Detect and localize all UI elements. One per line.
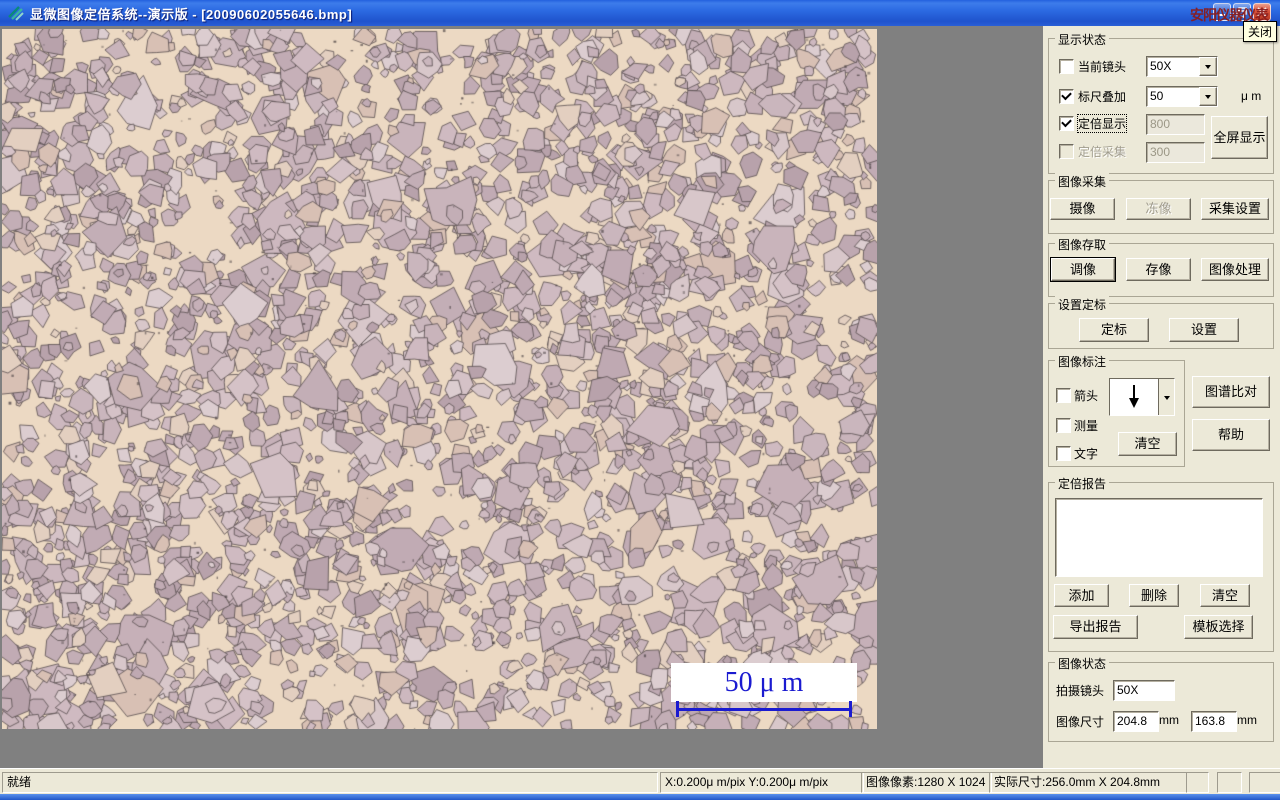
settings-button[interactable]: 设置 (1169, 318, 1239, 342)
group-title: 显示状态 (1055, 31, 1110, 48)
arrow-down-icon (1110, 379, 1158, 415)
statusbar: 就绪 X:0.200μ m/pix Y:0.200μ m/pix 图像像素:12… (0, 768, 1280, 795)
report-delete-button[interactable]: 删除 (1129, 584, 1179, 607)
minimize-button[interactable] (1213, 3, 1231, 21)
app-icon (7, 4, 25, 22)
checkbox-current-lens[interactable] (1059, 59, 1074, 74)
group-title: 图像采集 (1055, 173, 1110, 190)
field-image-width: 204.8 (1113, 711, 1159, 732)
scalebar: 50 μ m (671, 663, 857, 702)
checkbox-measure[interactable] (1056, 418, 1071, 433)
scalebar-line (676, 708, 852, 711)
micrograph-viewport[interactable]: 50 μ m (2, 29, 877, 729)
micrograph-image[interactable] (2, 29, 877, 729)
input-fixed-display[interactable]: 800 (1146, 114, 1205, 135)
group-display-status: 显示状态 当前镜头 50X 标尺叠加 50 μ m 定倍显示 800 定倍采集 … (1048, 31, 1274, 174)
status-actual-size: 实际尺寸:256.0mm X 204.8mm (989, 772, 1187, 793)
input-fixed-capture[interactable]: 300 (1146, 142, 1205, 163)
fullscreen-button[interactable]: 全屏显示 (1211, 116, 1268, 159)
export-report-button[interactable]: 导出报告 (1053, 615, 1138, 639)
help-button[interactable]: 帮助 (1192, 419, 1270, 451)
close-icon (1257, 7, 1267, 17)
group-annotation: 图像标注 箭头 测量 清空 文字 (1048, 353, 1185, 467)
clear-annotation-button[interactable]: 清空 (1118, 432, 1177, 456)
save-image-button[interactable]: 存像 (1126, 258, 1191, 281)
checkbox-text[interactable] (1056, 446, 1071, 461)
status-ready: 就绪 (2, 772, 658, 793)
client-area: 50 μ m 显示状态 当前镜头 50X 标尺叠加 50 μ m 定倍显示 80 (0, 26, 1280, 768)
label-capture-lens: 拍摄镜头 (1056, 684, 1105, 698)
camera-button[interactable]: 摄像 (1050, 198, 1115, 220)
dropdown-value: 50X (1150, 59, 1172, 73)
label-text[interactable]: 文字 (1074, 445, 1098, 462)
status-empty-cell (1186, 772, 1209, 793)
field-capture-lens: 50X (1113, 680, 1175, 701)
label-mm-unit: mm (1237, 713, 1257, 727)
field-image-height: 163.8 (1191, 711, 1237, 732)
status-pixel-scale: X:0.200μ m/pix Y:0.200μ m/pix (660, 772, 864, 793)
window-bottom-border (0, 794, 1280, 800)
group-title: 图像存取 (1055, 236, 1110, 253)
checkbox-arrow[interactable] (1056, 388, 1071, 403)
dropdown-current-lens[interactable]: 50X (1146, 56, 1218, 77)
dropdown-arrow-icon[interactable] (1199, 87, 1217, 106)
group-title: 图像状态 (1055, 655, 1110, 672)
dropdown-scale-value[interactable]: 50 (1146, 86, 1218, 107)
checkbox-fixed-capture[interactable] (1059, 144, 1074, 159)
group-capture: 图像采集 摄像 冻像 采集设置 (1048, 173, 1274, 234)
group-report: 定倍报告 添加 删除 清空 导出报告 模板选择 (1048, 475, 1274, 652)
atlas-compare-button[interactable]: 图谱比对 (1192, 376, 1270, 408)
group-storage: 图像存取 调像 存像 图像处理 (1048, 236, 1274, 297)
capture-settings-button[interactable]: 采集设置 (1201, 198, 1269, 220)
window-title: 显微图像定倍系统--演示版 - [20090602055646.bmp] (30, 6, 353, 22)
report-add-button[interactable]: 添加 (1054, 584, 1109, 607)
control-panel: 显示状态 当前镜头 50X 标尺叠加 50 μ m 定倍显示 800 定倍采集 … (1043, 26, 1280, 768)
dropdown-value: 50 (1150, 89, 1164, 103)
calibrate-button[interactable]: 定标 (1079, 318, 1149, 342)
group-calibration: 设置定标 定标 设置 (1048, 296, 1274, 349)
report-clear-button[interactable]: 清空 (1200, 584, 1250, 607)
status-empty-cell (1217, 772, 1242, 793)
template-select-button[interactable]: 模板选择 (1184, 615, 1253, 639)
status-image-pixels: 图像像素:1280 X 1024 (861, 772, 992, 793)
label-image-size: 图像尺寸 (1056, 715, 1105, 729)
report-listbox[interactable] (1055, 498, 1263, 577)
label-scale-overlay[interactable]: 标尺叠加 (1078, 88, 1126, 105)
scalebar-tick-left (676, 701, 679, 717)
group-image-status: 图像状态 拍摄镜头 50X 图像尺寸 204.8 mm 163.8 mm (1048, 655, 1274, 742)
load-image-button[interactable]: 调像 (1051, 258, 1115, 281)
dropdown-arrow-icon[interactable] (1199, 57, 1217, 76)
group-title: 图像标注 (1055, 353, 1110, 370)
group-title: 定倍报告 (1055, 475, 1110, 492)
minimize-icon (1218, 14, 1225, 16)
label-mm-unit: mm (1159, 713, 1179, 727)
group-title: 设置定标 (1055, 296, 1110, 313)
scalebar-tick-right (849, 701, 852, 717)
combo-dropdown-button[interactable] (1158, 379, 1174, 415)
titlebar: 显微图像定倍系统--演示版 - [20090602055646.bmp] 安阳仪… (0, 0, 1280, 42)
checkbox-scale-overlay[interactable] (1059, 89, 1074, 104)
close-tooltip: 关闭 (1242, 21, 1277, 42)
freeze-button: 冻像 (1126, 198, 1191, 220)
restore-icon (1236, 7, 1247, 18)
scalebar-label: 50 μ m (724, 666, 804, 698)
checkbox-fixed-display[interactable] (1059, 116, 1074, 131)
arrow-style-combo[interactable] (1109, 378, 1175, 416)
status-empty-cell (1249, 772, 1280, 793)
label-arrow[interactable]: 箭头 (1074, 387, 1098, 404)
label-fixed-capture: 定倍采集 (1078, 145, 1127, 159)
label-current-lens[interactable]: 当前镜头 (1078, 58, 1126, 75)
close-button[interactable] (1253, 3, 1271, 21)
image-processing-button[interactable]: 图像处理 (1201, 258, 1269, 281)
label-fixed-display[interactable]: 定倍显示 (1076, 114, 1128, 133)
restore-button[interactable] (1233, 3, 1251, 21)
label-micron-unit: μ m (1241, 89, 1262, 103)
label-measure[interactable]: 测量 (1074, 417, 1098, 434)
